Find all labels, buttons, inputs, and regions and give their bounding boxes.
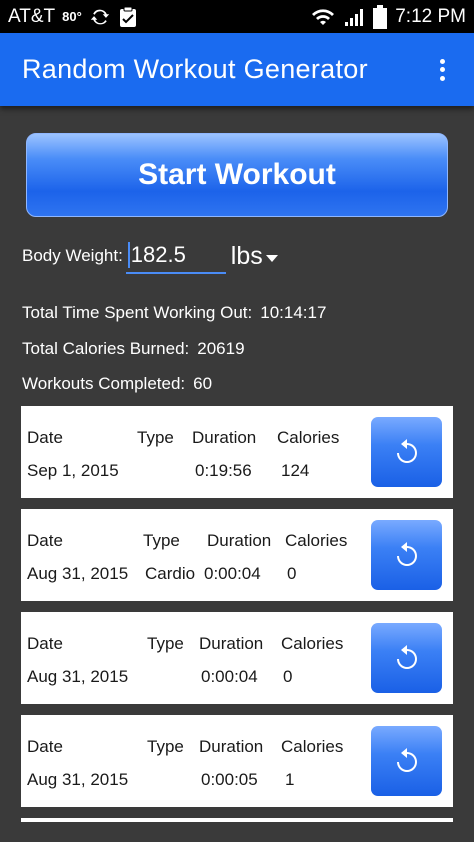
app-bar: Random Workout Generator (0, 33, 474, 106)
body-weight-label: Body Weight: (22, 246, 123, 265)
signal-icon (343, 6, 365, 28)
workout-date: Sep 1, 2015 (27, 461, 119, 480)
calories-header: Calories (285, 531, 348, 550)
temperature-label: 80° (62, 9, 82, 24)
workout-duration: 0:00:05 (201, 770, 258, 789)
next-workout-card-edge (21, 818, 453, 822)
wifi-icon (311, 7, 335, 27)
type-header: Type (147, 634, 184, 653)
workout-calories: 124 (281, 461, 310, 480)
workout-card[interactable]: Date Type Duration Calories Aug 31, 2015… (21, 715, 453, 807)
type-header: Type (143, 531, 180, 550)
replay-icon (396, 748, 417, 772)
calories-header: Calories (277, 428, 340, 447)
carrier-label: AT&T (8, 5, 56, 27)
workout-duration: 0:00:04 (201, 667, 258, 686)
date-header: Date (27, 531, 63, 550)
redo-workout-button[interactable] (371, 726, 442, 796)
redo-workout-button[interactable] (371, 520, 442, 590)
replay-icon (396, 439, 417, 463)
calories-header: Calories (281, 737, 344, 756)
text-cursor (127, 242, 130, 268)
status-bar: AT&T 80° 7:12 PM (0, 0, 474, 33)
workouts-completed-value: 60 (193, 374, 213, 393)
workout-date: Aug 31, 2015 (27, 770, 129, 789)
total-time-label: Total Time Spent Working Out: (22, 303, 253, 322)
body-weight-value: 182.5 (130, 242, 186, 267)
workout-type: Cardio (145, 564, 196, 583)
workout-card[interactable]: Date Type Duration Calories Aug 31, 2015… (21, 509, 453, 601)
workout-card[interactable]: Date Type Duration Calories Sep 1, 2015 … (21, 406, 453, 498)
app-title: Random Workout Generator (22, 54, 368, 84)
sync-icon (89, 6, 111, 28)
overflow-menu-icon[interactable] (432, 55, 452, 85)
body-weight-input[interactable]: 182.5 (125, 238, 226, 274)
unit-dropdown[interactable]: lbs (231, 242, 278, 271)
date-header: Date (27, 737, 63, 756)
replay-icon (396, 645, 417, 669)
date-header: Date (27, 428, 63, 447)
workouts-completed-label: Workouts Completed: (22, 374, 186, 393)
workout-date: Aug 31, 2015 (27, 667, 129, 686)
workout-calories: 1 (285, 770, 295, 789)
workout-card[interactable]: Date Type Duration Calories Aug 31, 2015… (21, 612, 453, 704)
stat-workouts-completed: Workouts Completed: 60 (22, 374, 212, 394)
calories-header: Calories (281, 634, 344, 653)
workout-date: Aug 31, 2015 (27, 564, 129, 583)
stat-total-time: Total Time Spent Working Out: 10:14:17 (22, 303, 326, 323)
workout-calories: 0 (287, 564, 297, 583)
body-weight-row: Body Weight: 182.5 lbs (22, 236, 278, 276)
duration-header: Duration (192, 428, 257, 447)
clipboard-icon (118, 6, 138, 28)
type-header: Type (137, 428, 174, 447)
total-time-value: 10:14:17 (260, 303, 327, 322)
workout-duration: 0:19:56 (195, 461, 252, 480)
start-workout-button[interactable]: Start Workout (26, 133, 448, 217)
unit-value: lbs (230, 241, 263, 270)
replay-icon (396, 542, 417, 566)
duration-header: Duration (199, 737, 264, 756)
workout-duration: 0:00:04 (204, 564, 261, 583)
type-header: Type (147, 737, 184, 756)
redo-workout-button[interactable] (371, 623, 442, 693)
stat-total-calories: Total Calories Burned: 20619 (22, 339, 245, 359)
dropdown-arrow-icon (265, 255, 278, 262)
battery-icon (373, 4, 388, 29)
date-header: Date (27, 634, 63, 653)
total-calories-value: 20619 (197, 339, 245, 358)
redo-workout-button[interactable] (371, 417, 442, 487)
total-calories-label: Total Calories Burned: (22, 339, 190, 358)
duration-header: Duration (207, 531, 272, 550)
workout-calories: 0 (283, 667, 293, 686)
clock: 7:12 PM (395, 5, 466, 27)
duration-header: Duration (199, 634, 264, 653)
